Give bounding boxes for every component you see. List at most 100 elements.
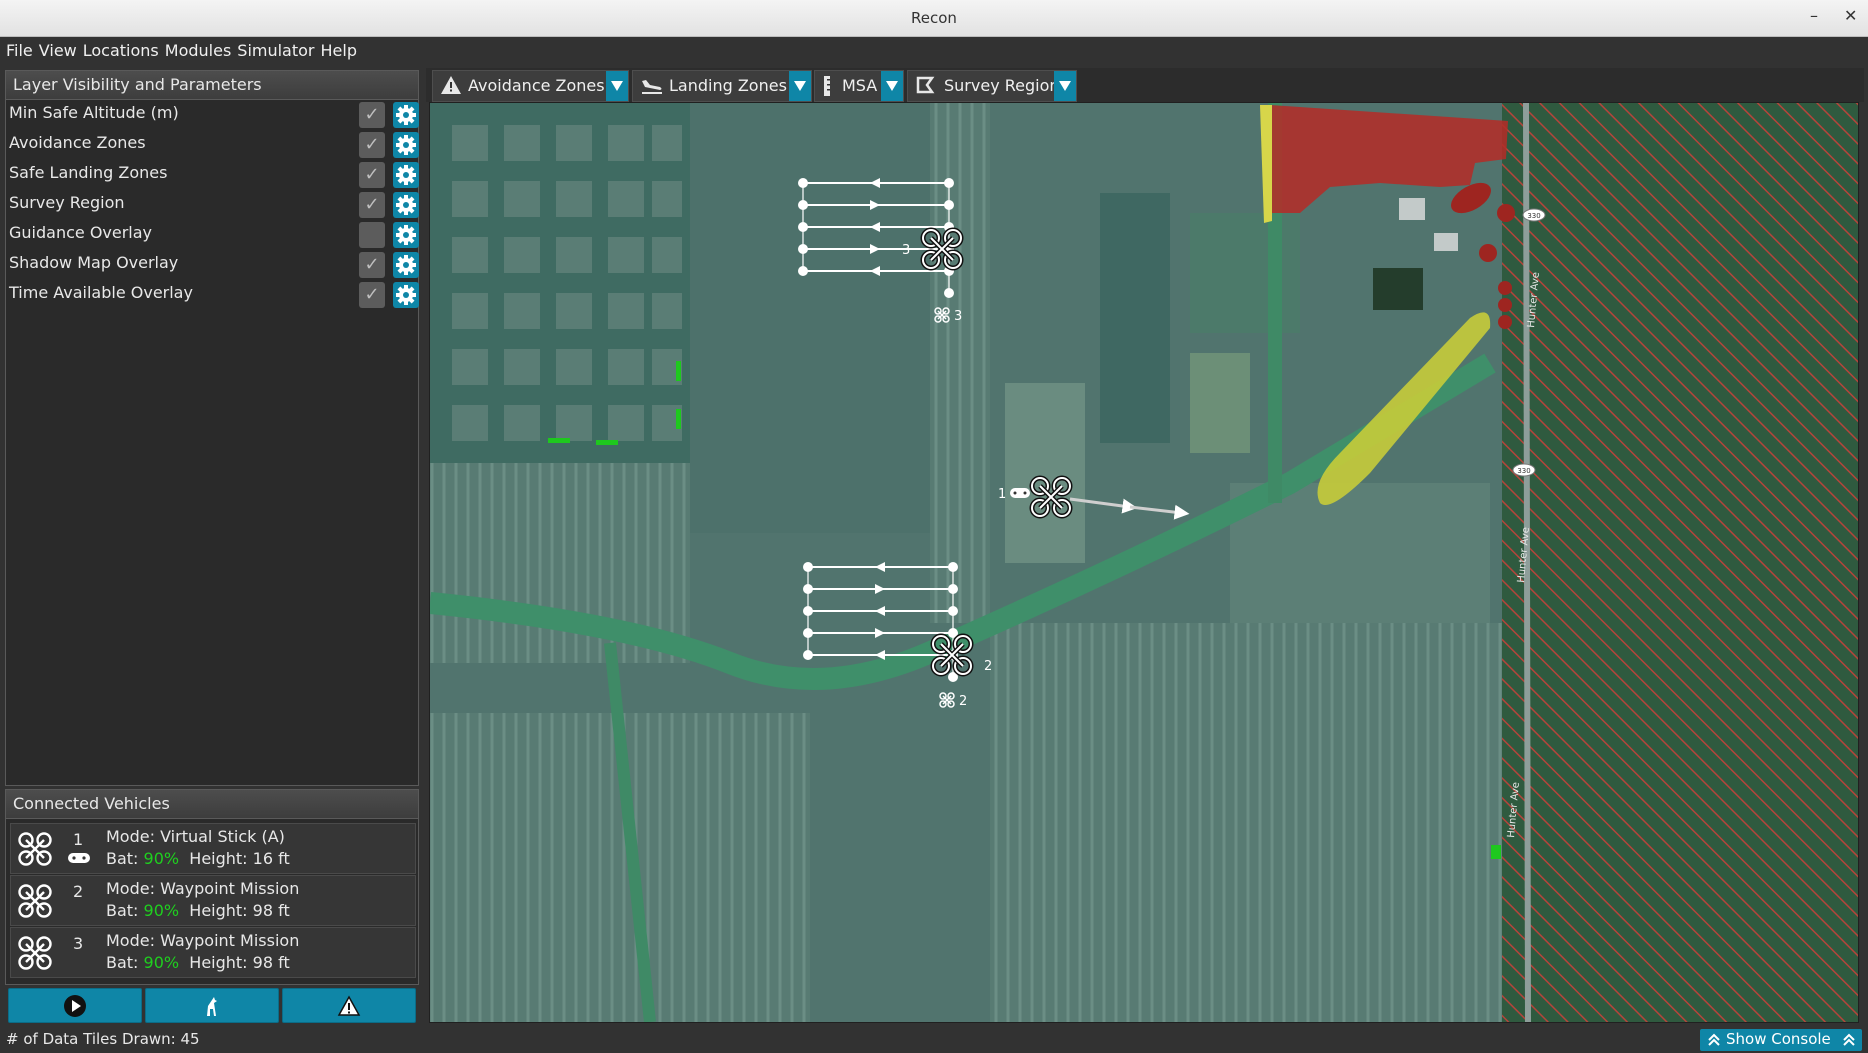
layer-settings-button[interactable] xyxy=(393,132,419,158)
vehicle-row[interactable]: 1 Mode: Virtual Stick (A) Bat: 90% Height:… xyxy=(10,823,416,874)
layer-label-survey-region: Survey Region xyxy=(9,193,125,212)
vehicle-mode: Mode: Waypoint Mission xyxy=(106,931,300,950)
mission-3-label: 3 xyxy=(954,309,962,324)
layers-panel: Layer Visibility and Parameters Min Safe… xyxy=(5,70,419,786)
landing-marker xyxy=(596,440,618,445)
menu-help[interactable]: Help xyxy=(321,37,357,65)
gear-icon xyxy=(396,255,416,275)
vehicle-status: Bat: 90% Height: 16 ft xyxy=(106,849,290,868)
avoidance-zones-dropdown[interactable]: Avoidance Zones xyxy=(432,70,629,102)
gamepad-icon xyxy=(1010,488,1030,498)
map-canvas[interactable]: 330 330 Hunter Ave Hunter Ave Hunter Ave… xyxy=(430,103,1858,1022)
layer-visibility-checkbox[interactable]: ✓ xyxy=(359,252,385,278)
msa-dropdown[interactable]: MSA xyxy=(814,70,904,102)
check-icon: ✓ xyxy=(364,284,380,305)
minimize-button[interactable]: – xyxy=(1810,6,1818,25)
map-view[interactable]: 330 330 Hunter Ave Hunter Ave Hunter Ave… xyxy=(429,102,1859,1023)
menu-modules[interactable]: Modules xyxy=(165,37,232,65)
layer-settings-button[interactable] xyxy=(393,252,419,278)
vehicle-row[interactable]: 3 Mode: Waypoint Mission Bat: 90% Height: … xyxy=(10,927,416,978)
show-console-button[interactable]: Show Console xyxy=(1700,1029,1862,1051)
gear-icon xyxy=(396,165,416,185)
building xyxy=(1399,198,1425,220)
battery-percent: 90% xyxy=(143,953,180,972)
msa-label: MSA xyxy=(842,76,878,95)
layer-label-shadow-map-overlay: Shadow Map Overlay xyxy=(9,253,179,272)
dark-field xyxy=(690,103,930,533)
battery-percent: 90% xyxy=(143,901,180,920)
vehicle-height: Height: 16 ft xyxy=(189,849,290,868)
avoidance-zones-label: Avoidance Zones xyxy=(468,76,605,95)
layer-settings-button[interactable] xyxy=(393,282,419,308)
vehicles-panel: Connected Vehicles 1 Mode: Virtual Stick … xyxy=(5,789,419,985)
menu-file[interactable]: File xyxy=(6,37,33,65)
chevron-down-icon[interactable] xyxy=(606,71,628,101)
menu-locations[interactable]: Locations xyxy=(83,37,159,65)
battery-label: Bat: xyxy=(106,953,139,972)
chevron-down-icon[interactable] xyxy=(881,71,903,101)
chevron-down-icon[interactable] xyxy=(1054,71,1076,101)
status-bar: # of Data Tiles Drawn: 45 xyxy=(0,1024,1868,1053)
vehicle-row[interactable]: 2 Mode: Waypoint Mission Bat: 90% Height: … xyxy=(10,875,416,926)
layer-row: Safe Landing Zones ✓ xyxy=(6,160,419,190)
gamepad-icon xyxy=(68,853,90,863)
drone-1-label: 1 xyxy=(998,487,1006,502)
close-button[interactable]: ✕ xyxy=(1844,6,1857,25)
warning-button[interactable] xyxy=(282,988,416,1023)
layer-visibility-checkbox[interactable] xyxy=(359,222,385,248)
vehicle-id: 2 xyxy=(73,882,84,901)
drone-2-label: 2 xyxy=(984,659,992,674)
menu-simulator[interactable]: Simulator xyxy=(237,37,314,65)
layer-label-safe-landing-zones: Safe Landing Zones xyxy=(9,163,168,182)
svg-text:330: 330 xyxy=(1527,212,1540,220)
layer-settings-button[interactable] xyxy=(393,192,419,218)
layer-label-time-available-overlay: Time Available Overlay xyxy=(9,283,193,302)
vehicle-status: Bat: 90% Height: 98 ft xyxy=(106,953,290,972)
layer-visibility-checkbox[interactable]: ✓ xyxy=(359,192,385,218)
layer-visibility-checkbox[interactable]: ✓ xyxy=(359,102,385,128)
building xyxy=(1434,233,1458,251)
layer-row: Min Safe Altitude (m) ✓ xyxy=(6,100,419,130)
layer-row: Shadow Map Overlay ✓ xyxy=(6,250,419,280)
chevron-down-icon[interactable] xyxy=(789,71,811,101)
polygon-icon xyxy=(916,76,935,94)
layers-panel-title: Layer Visibility and Parameters xyxy=(6,71,418,100)
layer-visibility-checkbox[interactable]: ✓ xyxy=(359,282,385,308)
layer-row: Survey Region ✓ xyxy=(6,190,419,220)
layer-settings-button[interactable] xyxy=(393,102,419,128)
vehicle-status: Bat: 90% Height: 98 ft xyxy=(106,901,290,920)
avoidance-zone xyxy=(1479,244,1497,262)
menu-view[interactable]: View xyxy=(39,37,77,65)
chevrons-up-icon xyxy=(1843,1033,1855,1046)
vehicle-mode: Mode: Waypoint Mission xyxy=(106,879,300,898)
layer-settings-button[interactable] xyxy=(393,222,419,248)
landing-zones-dropdown[interactable]: Landing Zones xyxy=(632,70,812,102)
layer-row: Time Available Overlay ✓ xyxy=(6,280,419,310)
gear-icon xyxy=(396,195,416,215)
layer-settings-button[interactable] xyxy=(393,162,419,188)
layer-visibility-checkbox[interactable]: ✓ xyxy=(359,132,385,158)
check-icon: ✓ xyxy=(364,134,380,155)
avoidance-zone xyxy=(1498,298,1512,312)
layer-visibility-checkbox[interactable]: ✓ xyxy=(359,162,385,188)
landing-zones-label: Landing Zones xyxy=(669,76,787,95)
drone-icon xyxy=(18,832,52,866)
map-toolbar: Avoidance Zones Landing Zones MSA Survey… xyxy=(426,68,1864,102)
survey-region-label: Survey Region xyxy=(944,76,1060,95)
show-console-label: Show Console xyxy=(1726,1030,1831,1048)
dog-icon xyxy=(207,997,217,1016)
landing-marker xyxy=(1491,845,1501,859)
vehicle-mode: Mode: Virtual Stick (A) xyxy=(106,827,285,846)
svg-text:330: 330 xyxy=(1517,467,1530,475)
play-button[interactable] xyxy=(8,988,142,1023)
vehicle-height: Height: 98 ft xyxy=(189,901,290,920)
avoidance-zone xyxy=(1498,281,1512,295)
layer-row: Guidance Overlay xyxy=(6,220,419,250)
survey-region-dropdown[interactable]: Survey Region xyxy=(907,70,1077,102)
dog-button[interactable] xyxy=(145,988,279,1023)
avoidance-zone xyxy=(1497,204,1515,222)
gear-icon xyxy=(396,225,416,245)
layer-label-avoidance-zones: Avoidance Zones xyxy=(9,133,146,152)
drone-icon xyxy=(18,884,52,918)
menu-bar: File View Locations Modules Simulator Help xyxy=(0,37,1868,67)
